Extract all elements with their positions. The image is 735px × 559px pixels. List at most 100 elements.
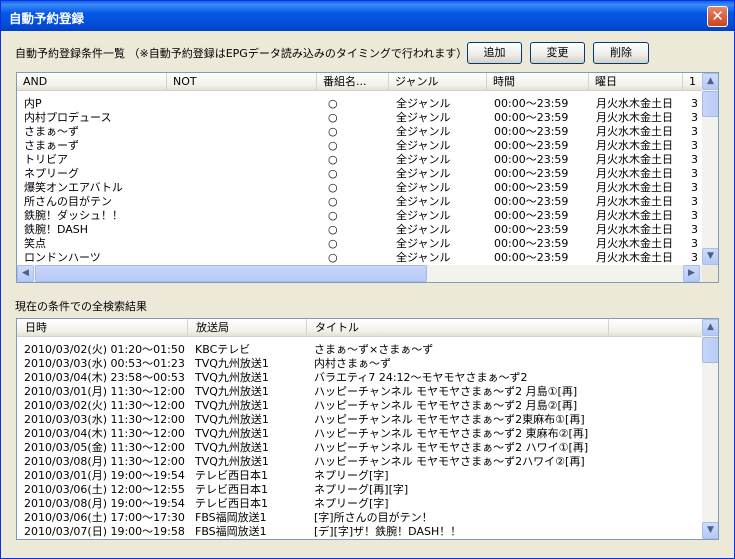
cell-datetime: 2010/03/08(月) 11:30～12:00 (24, 455, 185, 468)
table-row[interactable]: 2010/03/04(木) 11:30～12:00 TVQ九州放送1 ハッピーチャン… (17, 427, 702, 441)
cell-and: 鉄腕！ダッシュ！！ (24, 209, 123, 222)
cell-genre: 全ジャンル (396, 223, 451, 236)
table-row[interactable]: 2010/03/04(木) 23:58～00:53 TVQ九州放送1 バラエティ7 … (17, 371, 702, 385)
cell-weekday: 月火水木金土日 (596, 251, 673, 264)
col-time[interactable]: 時間 (487, 73, 589, 91)
close-button[interactable]: ✕ (707, 6, 728, 27)
table-row[interactable]: 2010/03/06(土) 12:00～12:55 テレビ西日本1 ネプリーグ[再]… (17, 483, 702, 497)
cell-datetime: 2010/03/07(日) 19:00～19:58 (24, 525, 185, 538)
cell-title-only: ○ (328, 153, 338, 166)
cell-datetime: 2010/03/03(水) 00:53～01:23 (24, 357, 185, 370)
list-item[interactable]: 鉄腕！ダッシュ！！ ○ 全ジャンル 00:00～23:59 月火水木金土日 3 (17, 209, 702, 223)
col-genre[interactable]: ジャンル (389, 73, 487, 91)
table-row[interactable]: 2010/03/08(月) 19:00～19:54 テレビ西日本1 ネプリーグ[字] (17, 497, 702, 511)
cell-genre: 全ジャンル (396, 139, 451, 152)
cell-genre: 全ジャンル (396, 237, 451, 250)
conditions-list[interactable]: AND NOT 番組名... ジャンル 時間 曜日 1 内P ○ 全ジャンル 00:0… (16, 72, 719, 283)
cell-time: 00:00～23:59 (494, 139, 569, 152)
conditions-hscroll[interactable]: ◀ ▶ (17, 265, 702, 282)
cell-weekday: 月火水木金土日 (596, 167, 673, 180)
vscroll-thumb[interactable] (702, 337, 718, 363)
col-extra[interactable]: 1 (683, 73, 703, 91)
cell-datetime: 2010/03/06(土) 12:00～12:55 (24, 483, 185, 496)
title-bar[interactable]: 自動予約登録 ✕ (1, 1, 734, 31)
col-and[interactable]: AND (17, 73, 167, 91)
hscroll-thumb[interactable] (35, 265, 427, 282)
cell-program-title: ハッピーチャンネル モヤモヤさまぁ～ず2 ハワイ①[再] (314, 441, 589, 454)
cell-genre: 全ジャンル (396, 125, 451, 138)
cell-program-title: ハッピーチャンネル モヤモヤさまぁ～ず2 月島②[再] (314, 399, 578, 412)
cell-time: 00:00～23:59 (494, 153, 569, 166)
cell-station: TVQ九州放送1 (195, 357, 269, 370)
cell-program-title: バラエティ7 24:12～モヤモヤさまぁ～ず2 (314, 371, 528, 384)
cell-datetime: 2010/03/05(金) 11:30～12:00 (24, 441, 185, 454)
results-list[interactable]: 日時 放送局 タイトル 2010/03/02(火) 01:20～01:50 KBC… (16, 318, 719, 540)
scroll-corner (702, 265, 718, 282)
list-item[interactable]: さまぁ～ず ○ 全ジャンル 00:00～23:59 月火水木金土日 3 (17, 125, 702, 139)
cell-station: テレビ西日本1 (195, 497, 268, 510)
cell-datetime: 2010/03/02(火) 01:20～01:50 (24, 343, 185, 356)
table-row[interactable]: 2010/03/06(土) 17:00～17:30 FBS福岡放送1 [字]所さんの… (17, 511, 702, 525)
scroll-right-icon[interactable]: ▶ (683, 265, 700, 282)
cell-station: TVQ九州放送1 (195, 399, 269, 412)
cell-and: さまぁ～ず (24, 125, 79, 138)
list-item[interactable]: 笑点 ○ 全ジャンル 00:00～23:59 月火水木金土日 3 (17, 237, 702, 251)
cell-program-title: さまぁ～ず×さまぁ～ず (314, 343, 434, 356)
cell-datetime: 2010/03/03(水) 11:30～12:00 (24, 413, 185, 426)
add-button[interactable]: 追加 (467, 42, 522, 64)
table-row[interactable]: 2010/03/03(水) 11:30～12:00 TVQ九州放送1 ハッピーチャン… (17, 413, 702, 427)
list-item[interactable]: ロンドンハーツ ○ 全ジャンル 00:00～23:59 月火水木金土日 3 (17, 251, 702, 265)
results-vscroll[interactable]: ▲ ▼ (702, 319, 718, 539)
table-row[interactable]: 2010/03/03(水) 00:53～01:23 TVQ九州放送1 内村さまぁ～ず (17, 357, 702, 371)
cell-genre: 全ジャンル (396, 111, 451, 124)
cell-genre: 全ジャンル (396, 209, 451, 222)
cell-weekday: 月火水木金土日 (596, 181, 673, 194)
table-row[interactable]: 2010/03/01(月) 19:00～19:54 テレビ西日本1 ネプリーグ[字] (17, 469, 702, 483)
conditions-vscroll[interactable]: ▲ ▼ (702, 73, 718, 265)
window-title: 自動予約登録 (9, 11, 85, 26)
list-item[interactable]: 所さんの目がテン ○ 全ジャンル 00:00～23:59 月火水木金土日 3 (17, 195, 702, 209)
col-program-title[interactable]: タイトル (307, 319, 609, 337)
scroll-up-icon[interactable]: ▲ (702, 319, 718, 336)
scroll-up-icon[interactable]: ▲ (702, 73, 718, 90)
table-row[interactable]: 2010/03/05(金) 11:30～12:00 TVQ九州放送1 ハッピーチャン… (17, 441, 702, 455)
list-item[interactable]: 爆笑オンエアバトル ○ 全ジャンル 00:00～23:59 月火水木金土日 3 (17, 181, 702, 195)
cell-time: 00:00～23:59 (494, 125, 569, 138)
table-row[interactable]: 2010/03/07(日) 19:00～19:58 FBS福岡放送1 [デ][字]ザ… (17, 525, 702, 539)
cell-time: 00:00～23:59 (494, 97, 569, 110)
list-item[interactable]: 内P ○ 全ジャンル 00:00～23:59 月火水木金土日 3 (17, 97, 702, 111)
cell-program-title: [字]所さんの目がテン！ (314, 511, 433, 524)
cell-weekday: 月火水木金土日 (596, 97, 673, 110)
cell-title-only: ○ (328, 237, 338, 250)
scroll-left-icon[interactable]: ◀ (17, 265, 34, 282)
table-row[interactable]: 2010/03/02(火) 11:30～12:00 TVQ九州放送1 ハッピーチャン… (17, 399, 702, 413)
list-item[interactable]: さまぁーず ○ 全ジャンル 00:00～23:59 月火水木金土日 3 (17, 139, 702, 153)
cell-title-only: ○ (328, 139, 338, 152)
cell-and: 爆笑オンエアバトル (24, 181, 123, 194)
vscroll-thumb[interactable] (702, 91, 718, 117)
col-station[interactable]: 放送局 (188, 319, 307, 337)
col-title-only[interactable]: 番組名... (317, 73, 389, 91)
cell-datetime: 2010/03/04(木) 23:58～00:53 (24, 371, 185, 384)
results-label: 現在の条件での全検索結果 (15, 300, 147, 313)
scroll-down-icon[interactable]: ▼ (702, 248, 718, 265)
list-item[interactable]: 内村プロデュース ○ 全ジャンル 00:00～23:59 月火水木金土日 3 (17, 111, 702, 125)
scroll-down-icon[interactable]: ▼ (702, 522, 718, 539)
list-item[interactable]: 鉄腕！DASH ○ 全ジャンル 00:00～23:59 月火水木金土日 3 (17, 223, 702, 237)
table-row[interactable]: 2010/03/08(月) 11:30～12:00 TVQ九州放送1 ハッピーチャン… (17, 455, 702, 469)
delete-button[interactable]: 削除 (593, 42, 649, 64)
col-weekday[interactable]: 曜日 (589, 73, 683, 91)
edit-button[interactable]: 変更 (530, 42, 585, 64)
cell-program-title: ネプリーグ[字] (314, 469, 389, 482)
table-row[interactable]: 2010/03/01(月) 11:30～12:00 TVQ九州放送1 ハッピーチャン… (17, 385, 702, 399)
cell-station: テレビ西日本1 (195, 483, 268, 496)
cell-station: FBS福岡放送1 (195, 511, 267, 524)
list-item[interactable]: トリビア ○ 全ジャンル 00:00～23:59 月火水木金土日 3 (17, 153, 702, 167)
list-item[interactable]: ネプリーグ ○ 全ジャンル 00:00～23:59 月火水木金土日 3 (17, 167, 702, 181)
cell-genre: 全ジャンル (396, 195, 451, 208)
col-not[interactable]: NOT (167, 73, 317, 91)
cell-program-title: ハッピーチャンネル モヤモヤさまぁ～ず2 東麻布②[再] (314, 427, 589, 440)
cell-genre: 全ジャンル (396, 97, 451, 110)
col-datetime[interactable]: 日時 (17, 319, 188, 337)
table-row[interactable]: 2010/03/02(火) 01:20～01:50 KBCテレビ さまぁ～ず×さまぁ… (17, 343, 702, 357)
